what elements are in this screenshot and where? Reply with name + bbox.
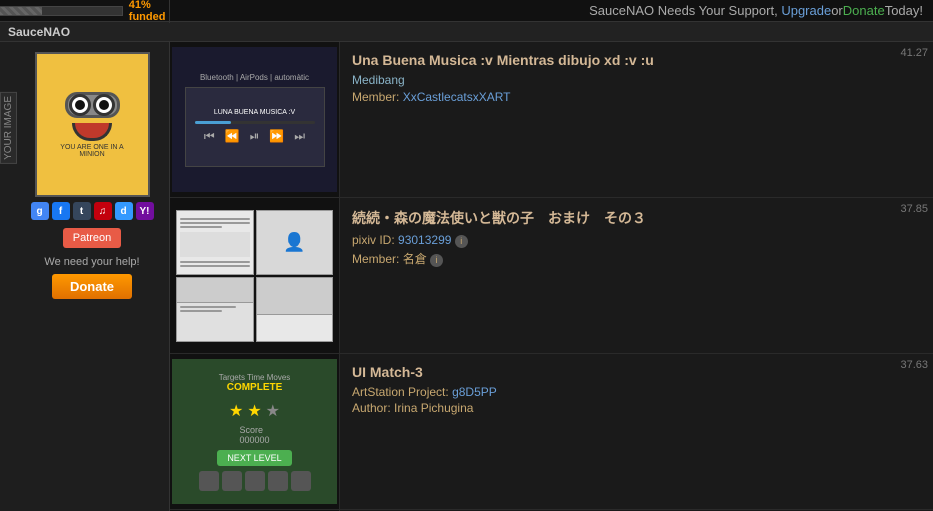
game-icon-5: [291, 471, 311, 491]
donate-button[interactable]: Donate: [52, 274, 132, 299]
pixiv-info-icon[interactable]: i: [455, 235, 468, 248]
top-banner: SauceNAO Needs Your Support, Upgrade or …: [170, 0, 933, 22]
star-3: ★: [266, 401, 280, 421]
member-link-1[interactable]: XxCastlecatsxXART: [403, 90, 511, 104]
uploaded-image: YOU ARE ONE IN AMINION: [35, 52, 150, 197]
minion-text: YOU ARE ONE IN AMINION: [60, 144, 123, 158]
result-info-2: 37.85 続続・森の魔法使いと獣の子 おまけ その３ pixiv ID: 93…: [340, 198, 933, 353]
upgrade-link[interactable]: Upgrade: [781, 3, 831, 18]
game-stars: ★ ★ ★: [229, 401, 280, 421]
star-1: ★: [229, 401, 243, 421]
result-thumbnail-1: Bluetooth | AirPods | automàtic LUNA BUE…: [170, 42, 340, 197]
facebook-icon[interactable]: f: [52, 202, 70, 220]
site-name: SauceNAO: [8, 25, 70, 39]
donate-top-link[interactable]: Donate: [843, 3, 885, 18]
banner-text: SauceNAO Needs Your Support,: [589, 3, 778, 18]
score-2: 37.85: [900, 203, 928, 215]
game-thumbnail: Targets Time Moves COMPLETE ★ ★ ★ Score0…: [172, 359, 337, 504]
minion-image: YOU ARE ONE IN AMINION: [47, 70, 137, 180]
game-icon-4: [268, 471, 288, 491]
social-icons: g f t ♫ d Y!: [31, 202, 154, 220]
google-icon[interactable]: g: [31, 202, 49, 220]
top-area: 41% funded SauceNAO Needs Your Support, …: [0, 0, 933, 42]
result-title-1: Una Buena Musica :v Mientras dibujo xd :…: [352, 52, 921, 68]
music-thumbnail: Bluetooth | AirPods | automàtic LUNA BUE…: [172, 47, 337, 192]
or-text: or: [831, 3, 843, 18]
game-score: Score000000: [239, 425, 269, 445]
result-title-3: UI Match-3: [352, 364, 921, 380]
result-source-1: Medibang: [352, 73, 921, 87]
result-title-2: 続続・森の魔法使いと獣の子 おまけ その３: [352, 208, 921, 228]
manga-thumbnail: 👤: [172, 206, 337, 346]
game-icon-2: [222, 471, 242, 491]
left-sidebar: YOUR IMAGE YOU ARE ONE IN AMINION: [0, 42, 170, 511]
result-thumbnail-3: Targets Time Moves COMPLETE ★ ★ ★ Score0…: [170, 354, 340, 509]
tumblr-icon[interactable]: t: [73, 202, 91, 220]
top-row: 41% funded SauceNAO Needs Your Support, …: [0, 0, 933, 22]
minion-smile: [72, 123, 112, 141]
minion-pupil-left: [75, 100, 85, 110]
artstation-link[interactable]: g8D5PP: [452, 385, 497, 399]
result-info-1: 41.27 Una Buena Musica :v Mientras dibuj…: [340, 42, 933, 197]
minion-eye-right: [93, 94, 115, 116]
result-item-2: 👤: [170, 198, 933, 354]
manga-page-3: [176, 277, 254, 342]
support-text: We need your help!: [44, 256, 139, 268]
score-1: 41.27: [900, 47, 928, 59]
progress-bar: [0, 6, 123, 16]
manga-page-2: 👤: [256, 210, 334, 275]
patreon-button[interactable]: Patreon: [63, 228, 122, 248]
main-layout: YOUR IMAGE YOU ARE ONE IN AMINION: [0, 42, 933, 511]
pixiv-link-2[interactable]: 93013299: [398, 233, 451, 247]
score-3: 37.63: [900, 359, 928, 371]
minion-eye-left: [69, 94, 91, 116]
game-icon-1: [199, 471, 219, 491]
member-field-2: Member: 名倉 i: [352, 250, 921, 267]
result-thumbnail-2: 👤: [170, 198, 340, 353]
results-panel: Bluetooth | AirPods | automàtic LUNA BUE…: [170, 42, 933, 511]
result-item-1: Bluetooth | AirPods | automàtic LUNA BUE…: [170, 42, 933, 198]
artstation-field: ArtStation Project: g8D5PP: [352, 385, 921, 399]
game-bottom-icons: [199, 471, 311, 491]
your-image-label: YOUR IMAGE: [0, 92, 17, 164]
site-header: SauceNAO: [0, 22, 933, 42]
manga-lines-1: [177, 215, 253, 270]
delicious-icon[interactable]: d: [115, 202, 133, 220]
star-2: ★: [247, 401, 261, 421]
result-info-3: 37.63 UI Match-3 ArtStation Project: g8D…: [340, 354, 933, 509]
progress-section: 41% funded: [0, 0, 170, 23]
game-complete-text: COMPLETE: [227, 382, 283, 393]
result-item-3: Targets Time Moves COMPLETE ★ ★ ★ Score0…: [170, 354, 933, 510]
minion-pupil-right: [99, 100, 109, 110]
minion-goggle: [65, 92, 120, 118]
today-text: Today!: [885, 3, 923, 18]
pixiv-field-2: pixiv ID: 93013299 i: [352, 233, 921, 248]
result-member-1: Member: XxCastlecatsxXART: [352, 90, 921, 104]
member-info-icon[interactable]: i: [430, 254, 443, 267]
member-link-2[interactable]: 名倉: [403, 252, 427, 266]
lastfm-icon[interactable]: ♫: [94, 202, 112, 220]
game-icon-3: [245, 471, 265, 491]
game-next-button[interactable]: NEXT LEVEL: [217, 450, 291, 466]
author-field: Author: Irina Pichugina: [352, 401, 921, 415]
manga-lines-3: [177, 303, 253, 315]
progress-bar-fill: [0, 7, 42, 15]
yahoo-icon[interactable]: Y!: [136, 202, 154, 220]
manga-page-1: [176, 210, 254, 275]
manga-page-4: [256, 277, 334, 342]
